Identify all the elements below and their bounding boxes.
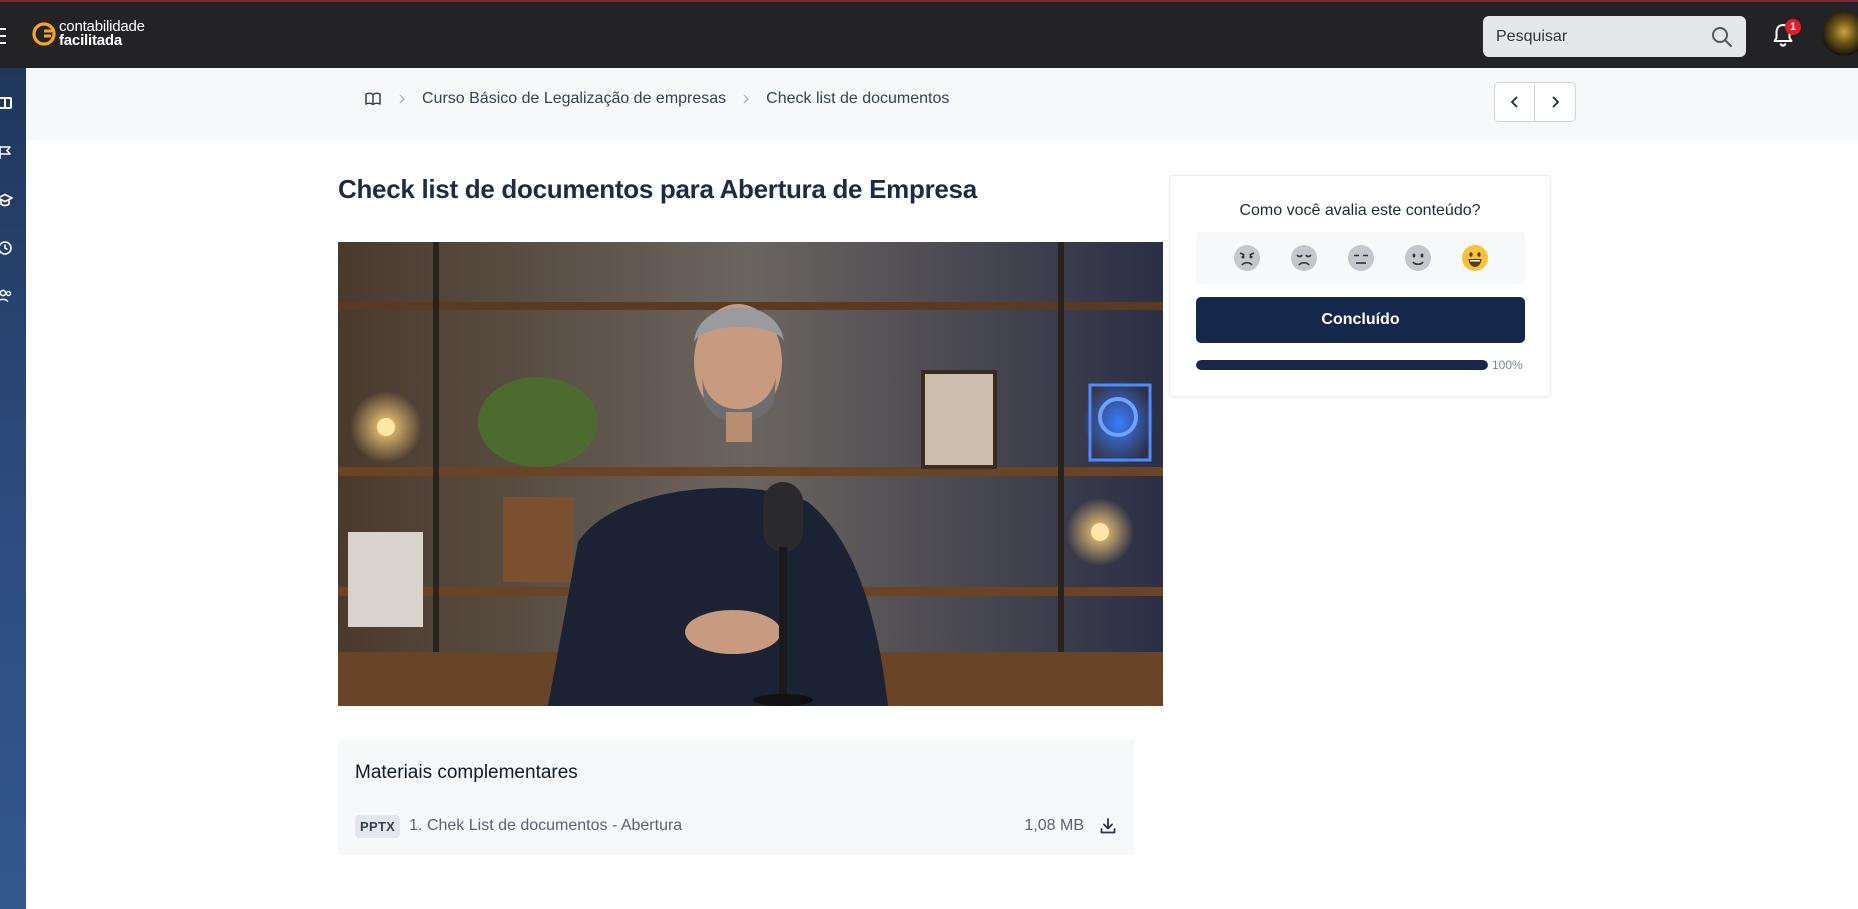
rating-question: Como você avalia este conteúdo? [1239,202,1481,219]
menu-icon[interactable] [0,28,6,44]
rating-card: Como você avalia este conteúdo? Concluíd… [1169,175,1551,397]
logo-line2: facilitada [59,32,123,49]
people-icon[interactable] [0,288,13,304]
progress-fill [1196,360,1488,370]
breadcrumb-lesson[interactable]: Check list de documentos [766,90,949,108]
chevron-right-icon [1552,96,1560,108]
complete-button[interactable]: Concluído [1196,297,1525,343]
download-icon[interactable] [1098,816,1118,836]
breadcrumb-bar: Curso Básico de Legalização de empresas … [26,68,1858,140]
video-player[interactable] [338,242,1163,706]
chevron-right-icon [399,94,406,104]
file-type-badge: PPTX [355,814,401,838]
breadcrumb: Curso Básico de Legalização de empresas … [364,90,949,108]
next-lesson-button[interactable] [1535,82,1576,122]
sidebar [0,68,26,909]
video-thumbnail [338,242,1163,706]
book-icon[interactable] [364,90,382,108]
slight-smile-icon[interactable] [1403,243,1433,273]
previous-lesson-button[interactable] [1494,82,1535,122]
graduation-cap-icon[interactable] [0,192,13,208]
breadcrumb-course[interactable]: Curso Básico de Legalização de empresas [422,90,726,108]
file-name[interactable]: 1. Chek List de documentos - Abertura [409,817,1024,835]
list-item[interactable]: PPTX 1. Chek List de documentos - Abertu… [355,812,1118,840]
neutral-face-icon[interactable] [1346,243,1376,273]
logo-icon [32,22,56,46]
page-title: Check list de documentos para Abertura d… [338,174,977,204]
clock-icon[interactable] [0,240,13,256]
materials-heading: Materiais complementares [355,762,578,783]
file-size: 1,08 MB [1024,817,1084,834]
search-placeholder: Pesquisar [1496,27,1568,45]
flag-icon[interactable] [0,144,13,160]
progress-label: 100% [1492,358,1523,372]
rating-options [1196,232,1525,284]
search-input[interactable]: Pesquisar [1483,16,1746,57]
progress-track [1196,360,1488,370]
angry-face-icon[interactable] [1232,243,1262,273]
chevron-left-icon [1510,96,1518,108]
happy-face-icon[interactable] [1460,243,1490,273]
logo[interactable]: contabilidade facilitada [32,19,145,49]
materials-panel: Materiais complementares PPTX 1. Chek Li… [338,740,1135,855]
dashboard-icon[interactable] [0,95,13,111]
sad-face-icon[interactable] [1289,243,1319,273]
search-icon[interactable] [1710,25,1734,49]
top-bar: contabilidade facilitada Pesquisar [0,0,1858,68]
notification-badge: 1 [1785,19,1801,35]
avatar[interactable] [1822,12,1858,56]
lesson-nav [1494,82,1576,122]
chevron-right-icon [743,94,750,104]
progress-bar: 100% [1196,358,1525,372]
